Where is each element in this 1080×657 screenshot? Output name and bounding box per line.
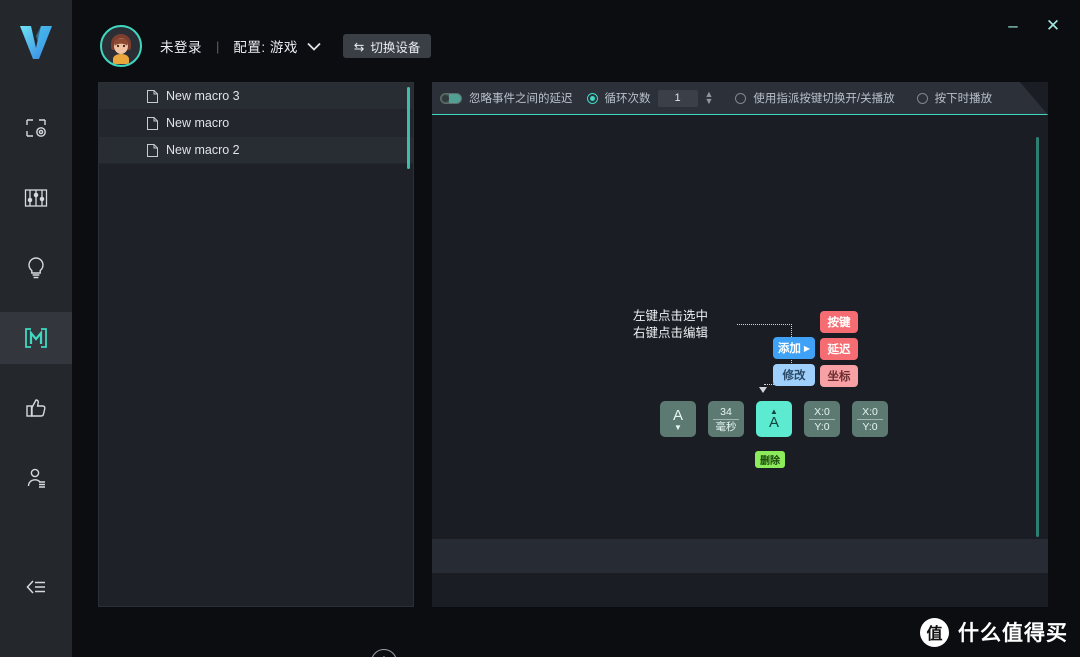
coord-y: Y:0: [814, 420, 830, 433]
ignore-delay-label: 忽略事件之间的延迟: [469, 93, 573, 105]
switch-device-icon: ⇆: [353, 39, 365, 54]
context-menu-add-button[interactable]: 添加 ▶: [773, 337, 815, 359]
sidebar-collapse-button[interactable]: [0, 569, 72, 609]
annotation-text: 左键点击选中 右键点击编辑: [633, 308, 708, 342]
avatar[interactable]: [100, 25, 142, 67]
key-press-block[interactable]: ▲ A: [756, 401, 792, 437]
macro-name: New macro 3: [166, 89, 240, 103]
switch-device-button[interactable]: ⇆ 切换设备: [342, 34, 432, 58]
annotation-connector-horizontal: [737, 324, 792, 325]
app-window: – ✕ 未登录 | 配置: 游戏 ⇆ 切换设备 New macro 3 New …: [0, 0, 1080, 657]
header-divider: |: [216, 38, 220, 54]
submenu-key-button[interactable]: 按键: [820, 311, 858, 333]
delay-unit: 毫秒: [715, 420, 737, 433]
loop-count-setting[interactable]: 循环次数 1 ▲ ▼: [587, 90, 714, 107]
delay-block[interactable]: 34 毫秒: [708, 401, 744, 437]
loop-count-stepper[interactable]: ▲ ▼: [705, 92, 714, 104]
list-item[interactable]: New macro 2: [99, 137, 413, 164]
sidebar-item-macro[interactable]: [0, 312, 72, 364]
sidebar-item-thumbs-up[interactable]: [0, 382, 72, 434]
file-icon: [147, 143, 158, 157]
vicoo-v-logo: [14, 22, 58, 62]
key-down-arrow-icon: ▼: [674, 422, 682, 432]
switch-device-label: 切换设备: [370, 40, 421, 55]
macro-list-panel: New macro 3 New macro New macro 2 +: [98, 82, 414, 657]
coord-x: X:0: [814, 405, 830, 418]
delay-value: 34: [720, 405, 732, 418]
sidebar-item-lighting[interactable]: [0, 242, 72, 294]
stepper-down-icon[interactable]: ▼: [705, 99, 714, 104]
minimize-button[interactable]: –: [1000, 12, 1026, 38]
watermark-text: 什么值得买: [958, 622, 1068, 645]
sliders-icon: [24, 188, 48, 208]
sidebar: [0, 0, 72, 657]
macro-name: New macro: [166, 116, 230, 130]
macro-list: New macro 3 New macro New macro 2: [99, 83, 413, 164]
user-icon: [25, 467, 47, 489]
login-status[interactable]: 未登录: [160, 36, 202, 56]
device-capture-icon: [25, 117, 47, 139]
coord-y: Y:0: [862, 420, 878, 433]
coord-x: X:0: [862, 405, 878, 418]
watermark-badge: 值: [920, 617, 949, 647]
submenu-delay-button[interactable]: 延迟: [820, 338, 858, 360]
add-label: 添加: [777, 343, 801, 355]
context-menu-modify-button[interactable]: 修改: [773, 364, 815, 386]
coordinate-block-2[interactable]: X:0 Y:0: [852, 401, 888, 437]
editor-footer-bar: [432, 539, 1048, 573]
key-char: A: [672, 406, 683, 424]
annotation-line-1: 左键点击选中: [633, 309, 709, 323]
ignore-delay-setting[interactable]: 忽略事件之间的延迟: [440, 90, 573, 106]
key-char: A: [768, 413, 779, 431]
collapse-menu-icon: [24, 578, 48, 601]
lightbulb-icon: [26, 256, 46, 280]
annotation-arrow-icon: [759, 387, 767, 393]
user-bar: 未登录 | 配置: 游戏 ⇆ 切换设备: [100, 25, 432, 67]
canvas-scrollbar[interactable]: [1036, 137, 1039, 537]
list-item[interactable]: New macro 3: [99, 83, 413, 110]
editor-toolbar: 忽略事件之间的延迟 循环次数 1 ▲ ▼ 使用指派按键切换开/关播放 按下时播放: [432, 82, 1048, 115]
file-icon: [147, 89, 158, 103]
loop-count-radio[interactable]: [587, 93, 598, 104]
submenu-arrow-icon: ▶: [803, 343, 811, 353]
macro-canvas[interactable]: 左键点击选中 右键点击编辑 添加 ▶ 修改 按键 延迟 坐标 A ▼ 34 毫秒…: [432, 115, 1048, 573]
annotation-line-2: 右键点击编辑: [633, 326, 709, 340]
macro-name: New macro 2: [166, 143, 240, 157]
key-release-block[interactable]: A ▼: [660, 401, 696, 437]
submenu-coordinate-button[interactable]: 坐标: [820, 365, 858, 387]
config-label[interactable]: 配置: 游戏: [233, 36, 298, 56]
toggle-play-label: 使用指派按键切换开/关播放: [753, 93, 895, 105]
list-item[interactable]: New macro: [99, 110, 413, 137]
chevron-down-icon[interactable]: [307, 42, 321, 51]
play-on-press-label: 按下时播放: [934, 93, 993, 105]
window-controls: – ✕: [1000, 12, 1066, 38]
add-macro-button[interactable]: +: [371, 649, 397, 657]
toggle-play-radio[interactable]: [735, 93, 746, 104]
macro-editor-panel: 忽略事件之间的延迟 循环次数 1 ▲ ▼ 使用指派按键切换开/关播放 按下时播放: [432, 82, 1048, 607]
sidebar-item-device-settings[interactable]: [0, 102, 72, 154]
delete-button[interactable]: 删除: [755, 451, 785, 468]
close-button[interactable]: ✕: [1040, 12, 1066, 38]
macro-list-scrollbar[interactable]: [407, 87, 410, 169]
watermark: 值 什么值得买: [920, 617, 1068, 647]
coordinate-block-1[interactable]: X:0 Y:0: [804, 401, 840, 437]
macro-m-icon: [23, 326, 49, 350]
loop-count-input[interactable]: 1: [658, 90, 698, 107]
macro-event-blocks: A ▼ 34 毫秒 ▲ A X:0 Y:0 X:0 Y:0: [660, 401, 888, 437]
file-icon: [147, 116, 158, 130]
toggle-play-setting[interactable]: 使用指派按键切换开/关播放: [735, 90, 894, 106]
play-on-press-setting[interactable]: 按下时播放: [917, 90, 993, 106]
sidebar-item-profile[interactable]: [0, 452, 72, 504]
loop-count-label: 循环次数: [604, 93, 651, 105]
thumbs-up-icon: [25, 397, 47, 419]
play-on-press-radio[interactable]: [917, 93, 928, 104]
ignore-delay-toggle[interactable]: [440, 93, 462, 104]
header: 未登录 | 配置: 游戏 ⇆ 切换设备: [72, 0, 1080, 82]
sidebar-item-sliders[interactable]: [0, 172, 72, 224]
